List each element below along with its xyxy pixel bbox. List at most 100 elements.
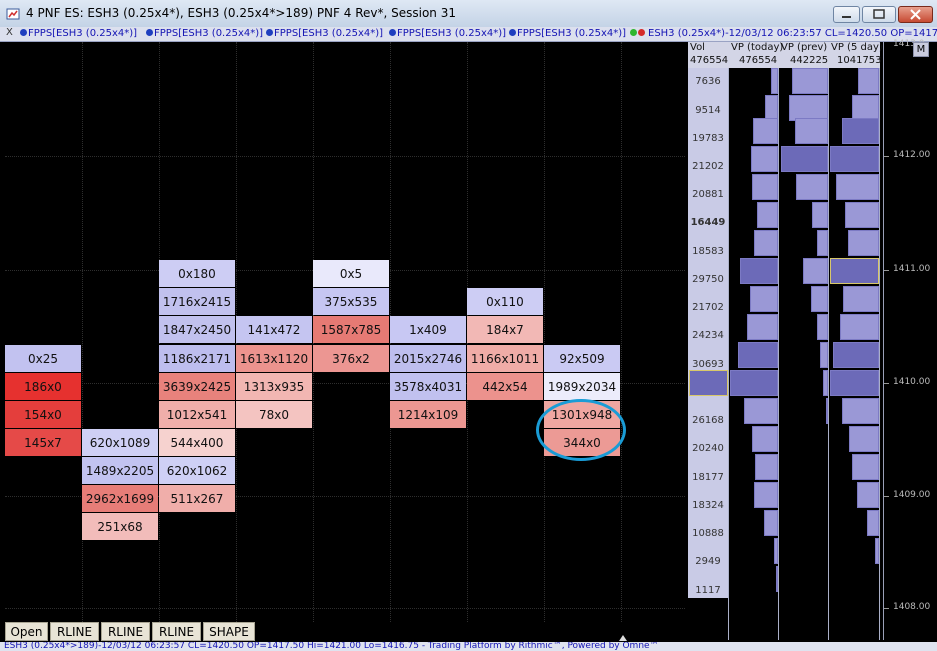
pnf-cell[interactable]: 1214x109 — [390, 401, 466, 428]
status-bar: ESH3 (0.25x4*>189)-12/03/12 06:23:57 CL=… — [0, 642, 937, 651]
volume-value: 1117 — [695, 585, 721, 596]
vp-5day-bar — [830, 146, 879, 172]
vp-today-bar — [751, 146, 778, 172]
pnf-cell[interactable]: 2015x2746 — [390, 345, 466, 372]
pnf-cell[interactable]: 78x0 — [236, 401, 312, 428]
vp-5day-bar — [842, 398, 879, 424]
pnf-cell[interactable]: 186x0 — [5, 373, 81, 400]
pnf-cell[interactable]: 1186x2171 — [159, 345, 235, 372]
pnf-cell[interactable]: 1587x785 — [313, 316, 389, 343]
app-icon — [6, 6, 20, 20]
study-dot-icon — [146, 29, 153, 36]
study-item[interactable]: FPPS[ESH3 (0.25x4*)] — [389, 28, 506, 39]
pnf-cell[interactable]: 0x25 — [5, 345, 81, 372]
vp-today-bar — [764, 510, 778, 536]
vp-prev-bar — [811, 286, 828, 312]
pnf-chart[interactable]: 0x25 186x0 154x0 145x7 620x1089 1489x220… — [5, 42, 685, 641]
pnf-cell[interactable]: 1613x1120 — [236, 345, 312, 372]
rline-tab[interactable]: RLINE — [50, 622, 99, 641]
volume-value: 26168 — [692, 415, 724, 426]
pnf-cell[interactable]: 145x7 — [5, 429, 81, 456]
minimize-icon — [842, 16, 851, 18]
vp-prev-bar — [820, 342, 828, 368]
shape-tab[interactable]: SHAPE — [203, 622, 255, 641]
price-axis[interactable]: 1413.0 1412.00 1411.00 1410.00 1409.00 1… — [883, 39, 937, 640]
pnf-cell[interactable]: 442x54 — [467, 373, 543, 400]
volume-value: 21702 — [692, 302, 724, 313]
vol-header-total: 476554 — [690, 55, 729, 66]
volume-value: 18177 — [692, 472, 724, 483]
pnf-cell[interactable]: 154x0 — [5, 401, 81, 428]
vp-prev-bar — [795, 118, 828, 144]
pnf-cell[interactable]: 1166x1011 — [467, 345, 543, 372]
vp-5day-total: 1041753 — [837, 55, 882, 66]
volume-value: 2949 — [695, 556, 721, 567]
close-icon — [910, 9, 921, 20]
study-dot-icon — [266, 29, 273, 36]
price-tick-label: 1409.00 — [893, 490, 931, 500]
pnf-cell[interactable]: 1489x2205 — [82, 457, 158, 484]
pnf-cell[interactable]: 92x509 — [544, 345, 620, 372]
pnf-cell[interactable]: 511x267 — [159, 485, 235, 512]
volume-value: 16449 — [690, 217, 726, 228]
volume-value: 29750 — [692, 274, 724, 285]
quote-item[interactable]: ESH3 (0.25x4*)-12/03/12 06:23:57 CL=1420… — [630, 28, 937, 39]
study-dot-icon — [389, 29, 396, 36]
volume-value: 9514 — [695, 105, 721, 116]
pnf-cell[interactable]: 184x7 — [467, 316, 543, 343]
vp-5day-bar — [843, 286, 879, 312]
pnf-cell[interactable]: 1989x2034 — [544, 373, 620, 400]
study-bar: X FPPS[ESH3 (0.25x4*)] FPPS[ESH3 (0.25x4… — [0, 27, 937, 42]
vp-prev-bar — [796, 174, 828, 200]
vp-today-bar — [754, 230, 778, 256]
title-bar[interactable]: 4 PNF ES: ESH3 (0.25x4*), ESH3 (0.25x4*>… — [0, 0, 937, 28]
vp-5day-bar — [857, 482, 879, 508]
close-button[interactable] — [898, 6, 933, 23]
rline-tab[interactable]: RLINE — [152, 622, 201, 641]
maximize-button[interactable] — [862, 6, 896, 23]
pnf-cell[interactable]: 375x535 — [313, 288, 389, 315]
vp-today-bar — [750, 286, 778, 312]
pnf-cell[interactable]: 3578x4031 — [390, 373, 466, 400]
pnf-cell[interactable]: 0x180 — [159, 260, 235, 287]
vp-prev-bar — [823, 370, 828, 396]
rline-tab[interactable]: RLINE — [101, 622, 150, 641]
price-tick-label: 1411.00 — [893, 264, 931, 274]
minimize-button[interactable] — [833, 6, 860, 23]
pnf-cell[interactable]: 620x1089 — [82, 429, 158, 456]
vol-header-title: Vol — [690, 42, 705, 53]
vp-5day-bar — [845, 202, 879, 228]
vp-today-bar — [755, 454, 778, 480]
vp-prev-total: 442225 — [790, 55, 829, 66]
vp-prev-bar — [781, 146, 828, 172]
pnf-cell[interactable]: 3639x2425 — [159, 373, 235, 400]
volume-value: 30693 — [692, 359, 724, 370]
pnf-cell[interactable]: 544x400 — [159, 429, 235, 456]
open-tab[interactable]: Open — [5, 622, 48, 641]
vp-prev-bar — [817, 314, 828, 340]
study-item[interactable]: FPPS[ESH3 (0.25x4*)] — [509, 28, 626, 39]
pnf-cell[interactable]: 2962x1699 — [82, 485, 158, 512]
vp-5day-bar — [830, 370, 879, 396]
pnf-cell[interactable]: 1x409 — [390, 316, 466, 343]
study-item[interactable]: FPPS[ESH3 (0.25x4*)] — [146, 28, 263, 39]
study-bar-close-button[interactable]: X — [6, 27, 13, 38]
price-tick-label: 1412.00 — [893, 150, 931, 160]
pnf-cell[interactable]: 141x472 — [236, 316, 312, 343]
pnf-cell[interactable]: 251x68 — [82, 513, 158, 540]
study-item[interactable]: FPPS[ESH3 (0.25x4*)] — [266, 28, 383, 39]
pnf-cell[interactable]: 1847x2450 — [159, 316, 235, 343]
pnf-cell[interactable]: 376x2 — [313, 345, 389, 372]
study-item[interactable]: FPPS[ESH3 (0.25x4*)] — [20, 28, 137, 39]
vp-5day-bar — [833, 342, 879, 368]
pnf-cell[interactable]: 1716x2415 — [159, 288, 235, 315]
vp-prev-bar — [803, 258, 828, 284]
volume-value: 10888 — [692, 528, 724, 539]
pnf-cell[interactable]: 620x1062 — [159, 457, 235, 484]
pnf-cell[interactable]: 1012x541 — [159, 401, 235, 428]
m-badge-button[interactable]: M — [913, 42, 929, 57]
volume-value: 20240 — [692, 443, 724, 454]
pnf-cell[interactable]: 0x110 — [467, 288, 543, 315]
pnf-cell[interactable]: 1313x935 — [236, 373, 312, 400]
pnf-cell[interactable]: 0x5 — [313, 260, 389, 287]
